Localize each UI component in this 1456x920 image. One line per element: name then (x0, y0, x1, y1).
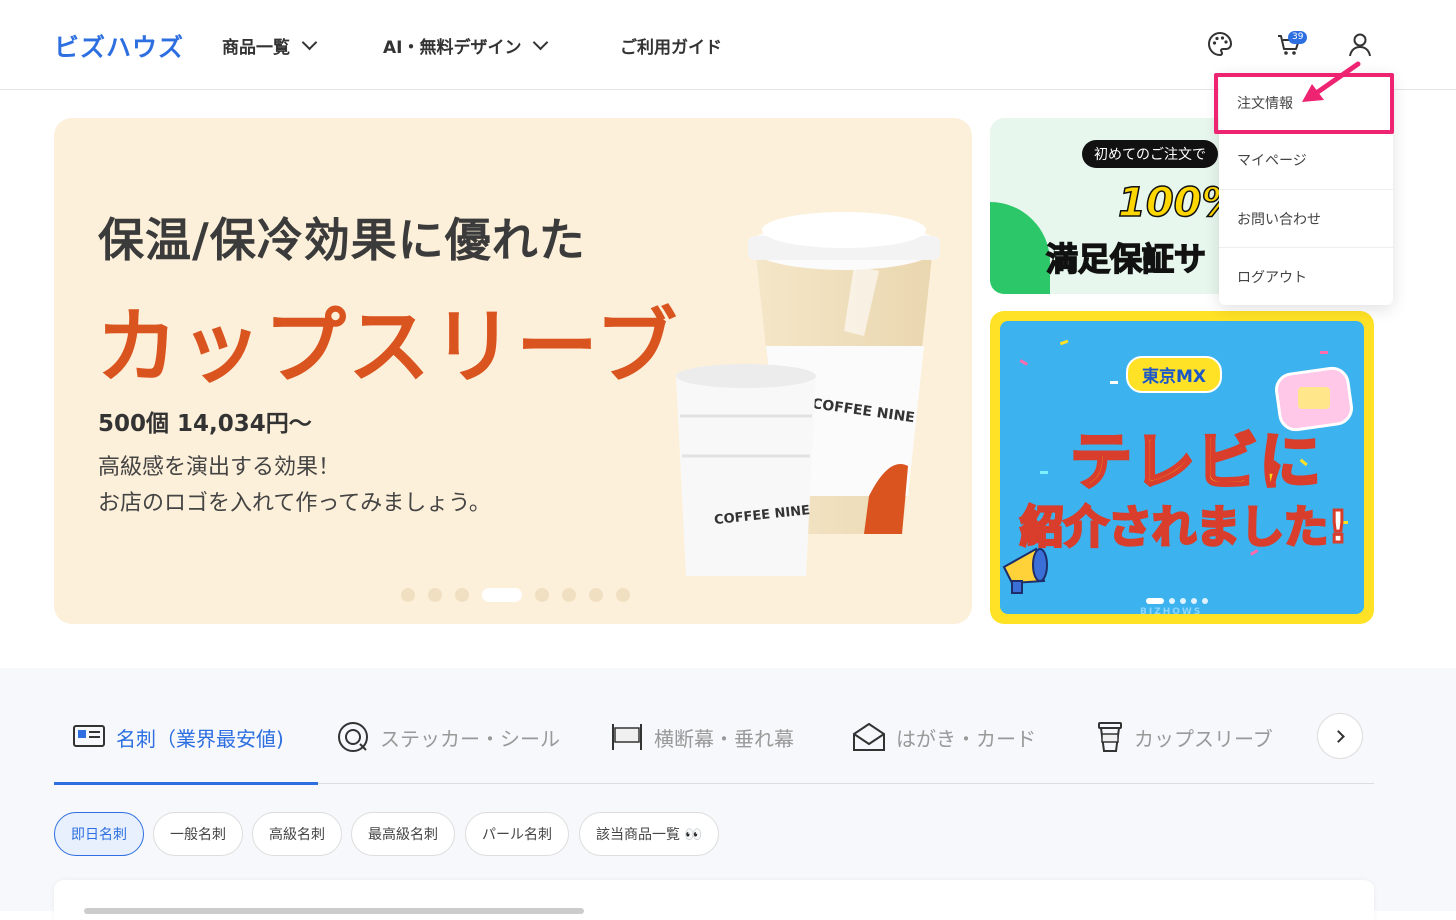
chip-standard[interactable]: 一般名刺 (153, 812, 243, 856)
nav-ai-design-label: AI・無料デザイン (383, 38, 522, 58)
banner2-footer: BIZHOWS (1140, 607, 1203, 617)
hero-desc-line1: 高級感を演出する効果！ (98, 455, 341, 480)
active-tab-indicator (54, 782, 318, 785)
chip-pearl[interactable]: パール名刺 (465, 812, 569, 856)
carousel-dot[interactable] (535, 588, 549, 602)
nav-guide-label: ご利用ガイド (620, 38, 722, 58)
chevron-down-icon (301, 34, 318, 51)
banner2-line1: テレビに (1068, 424, 1323, 500)
hero-carousel[interactable]: 保温/保冷効果に優れた カップスリーブ 500個 14,034円〜 高級感を演出… (54, 118, 972, 624)
hero-title: 保温/保冷効果に優れた (98, 213, 586, 267)
cart-count-badge: 39 (1288, 31, 1308, 44)
nav-guide[interactable]: ご利用ガイド (620, 33, 722, 58)
sticker-icon (338, 722, 368, 752)
tabs-next-button[interactable] (1317, 713, 1363, 759)
carousel-dot[interactable] (616, 588, 630, 602)
tab-label: カップスリーブ (1134, 726, 1273, 751)
banner1-text: 満足保証サ (1045, 239, 1207, 279)
palette-icon[interactable] (1206, 30, 1234, 58)
tab-label: 名刺（業界最安値) (116, 726, 284, 751)
menu-my-page[interactable]: マイページ (1237, 150, 1307, 170)
chevron-down-icon (533, 34, 549, 51)
nav-products-label: 商品一覧 (222, 38, 290, 58)
carousel-dot[interactable] (1169, 598, 1175, 604)
divider (1219, 247, 1393, 248)
nav-ai-design[interactable]: AI・無料デザイン (383, 33, 549, 58)
carousel-dot-active[interactable] (482, 588, 522, 602)
divider (1219, 189, 1393, 190)
carousel-dot[interactable] (455, 588, 469, 602)
logo[interactable]: ビズハウズ (54, 28, 184, 64)
tab-label: ステッカー・シール (380, 726, 560, 751)
chevron-right-icon (1332, 729, 1345, 743)
tab-cup-sleeves[interactable]: カップスリーブ (1096, 720, 1273, 754)
cup-icon (1098, 722, 1122, 752)
business-card-icon (73, 725, 105, 747)
chip-premium[interactable]: 高級名刺 (252, 812, 342, 856)
carousel-dot[interactable] (1202, 598, 1208, 604)
chip-same-day[interactable]: 即日名刺 (54, 812, 144, 856)
carousel-dot-active[interactable] (1146, 598, 1164, 604)
banner-icon (612, 724, 642, 750)
hero-desc-line2: お店のロゴを入れて作ってみましょう。 (98, 491, 491, 516)
tab-label: はがき・カード (896, 726, 1036, 751)
tab-stickers[interactable]: ステッカー・シール (336, 720, 560, 754)
pointer-arrow-icon (1302, 61, 1361, 102)
menu-logout[interactable]: ログアウト (1237, 267, 1307, 287)
carousel-dots (401, 588, 630, 602)
banner2-dots (1146, 598, 1208, 604)
chip-all-products[interactable]: 該当商品一覧 👀 (579, 812, 719, 856)
tv-feature-banner[interactable]: 東京MX テレビに 紹介されました! BIZHOWS (990, 311, 1374, 624)
carousel-dot[interactable] (562, 588, 576, 602)
nav-products[interactable]: 商品一覧 (222, 33, 318, 58)
banner-decoration (990, 202, 1050, 294)
card-image-placeholder (84, 908, 584, 914)
chip-luxury[interactable]: 最高級名刺 (351, 812, 455, 856)
envelope-icon (853, 722, 885, 751)
tab-postcards[interactable]: はがき・カード (852, 720, 1036, 754)
carousel-dot[interactable] (1180, 598, 1186, 604)
tab-banners[interactable]: 横断幕・垂れ幕 (610, 720, 794, 754)
carousel-dot[interactable] (1191, 598, 1197, 604)
carousel-dot[interactable] (401, 588, 415, 602)
product-card (54, 880, 1374, 920)
hero-price: 500個 14,034円〜 (98, 411, 312, 437)
hero-headline: カップスリーブ (96, 300, 680, 395)
category-section (0, 668, 1456, 911)
megaphone-icon (1002, 547, 1048, 594)
tab-label: 横断幕・垂れ幕 (654, 726, 794, 751)
carousel-dot[interactable] (589, 588, 603, 602)
hero-description: 高級感を演出する効果！ お店のロゴを入れて作ってみましょう。 (98, 450, 491, 522)
user-icon[interactable] (1346, 30, 1374, 58)
cup-sleeve-product-image: COFFEE NINE COFFEE NINE (676, 212, 940, 576)
tab-business-cards[interactable]: 名刺（業界最安値) (72, 720, 284, 754)
carousel-dot[interactable] (428, 588, 442, 602)
banner2-line2: 紹介されました! (1018, 501, 1349, 555)
banner1-pill: 初めてのご注文で (1082, 140, 1218, 168)
banner2-pill: 東京MX (1126, 356, 1223, 393)
menu-contact[interactable]: お問い合わせ (1237, 209, 1321, 229)
